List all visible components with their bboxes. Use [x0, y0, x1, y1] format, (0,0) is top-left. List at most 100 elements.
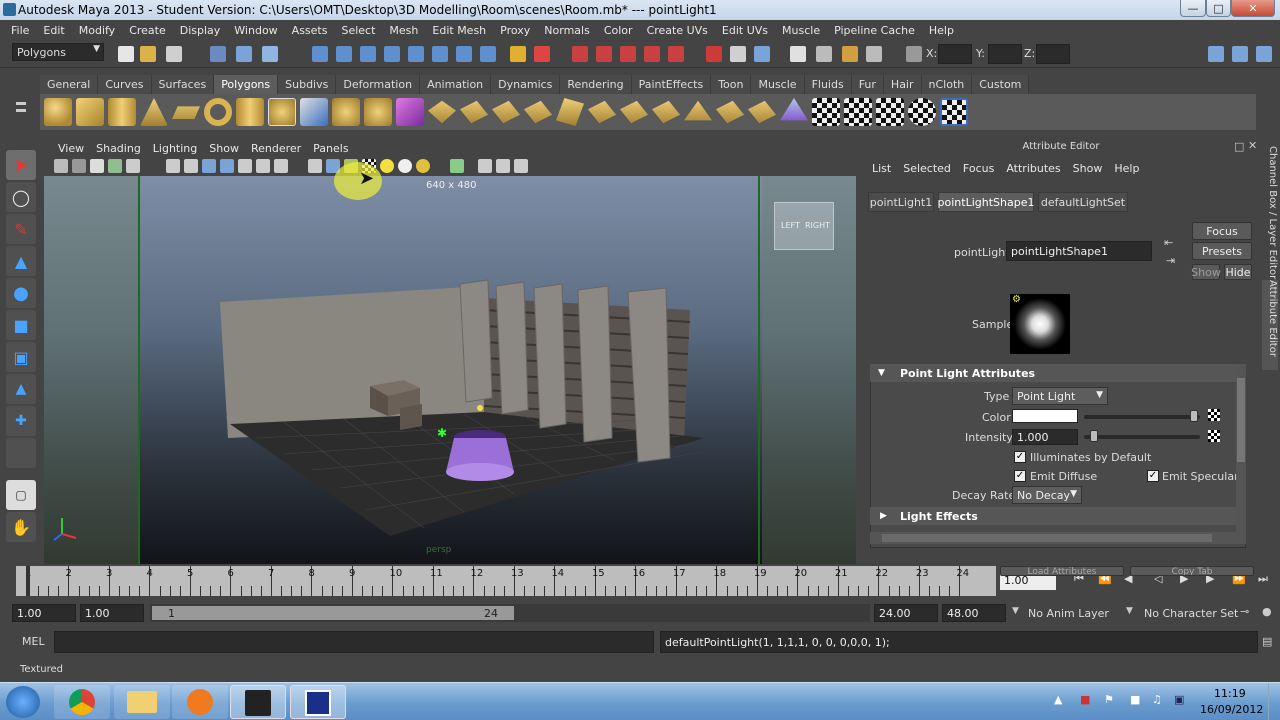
- ae-menu-list[interactable]: List: [866, 162, 897, 175]
- clock-time[interactable]: 11:19: [1214, 687, 1246, 700]
- menu-assets[interactable]: Assets: [285, 24, 335, 37]
- show-desktop-button[interactable]: [1268, 683, 1280, 720]
- menu-pipeline-cache[interactable]: Pipeline Cache: [827, 24, 922, 37]
- menu-muscle[interactable]: Muscle: [775, 24, 827, 37]
- shelf-tab-curves[interactable]: Curves: [98, 75, 152, 94]
- uv-texture-editor-icon[interactable]: [940, 98, 968, 126]
- shelf-handle[interactable]: [14, 98, 28, 128]
- time-ruler[interactable]: 123456789101112131415161718192021222324: [16, 566, 996, 596]
- high-quality-icon[interactable]: [514, 159, 528, 173]
- lock-selection-icon[interactable]: [510, 46, 526, 62]
- select-tool-icon[interactable]: ➤: [6, 150, 36, 180]
- menu-modify[interactable]: Modify: [72, 24, 122, 37]
- ae-menu-help[interactable]: Help: [1108, 162, 1145, 175]
- toggle-attribute-editor-icon[interactable]: [1256, 46, 1272, 62]
- mask-deformations-icon[interactable]: [408, 46, 424, 62]
- toggle-tool-settings-icon[interactable]: [1232, 46, 1248, 62]
- start-button-icon[interactable]: [6, 686, 40, 718]
- volume-icon[interactable]: ♫: [1152, 693, 1162, 706]
- shelf-tab-fluids[interactable]: Fluids: [804, 75, 852, 94]
- menu-color[interactable]: Color: [597, 24, 640, 37]
- ae-menu-selected[interactable]: Selected: [897, 162, 957, 175]
- point-light-attributes-section[interactable]: ▼ Point Light Attributes: [870, 364, 1236, 382]
- y-field[interactable]: [988, 44, 1022, 64]
- snap-view-plane-icon[interactable]: [644, 46, 660, 62]
- range-track[interactable]: 1 24: [150, 604, 870, 622]
- flag-icon[interactable]: ⚑: [1104, 693, 1114, 706]
- perspective-viewport[interactable]: 640 x 480 LEFT RIGHT ✱ persp: [44, 176, 856, 564]
- media-player-taskbar-icon[interactable]: [172, 685, 228, 719]
- float-panel-icon[interactable]: □: [1234, 140, 1244, 153]
- separate-icon[interactable]: [332, 98, 360, 126]
- intensity-slider-handle[interactable]: [1090, 430, 1098, 442]
- menu-normals[interactable]: Normals: [537, 24, 597, 37]
- image-plane-icon[interactable]: [108, 159, 122, 173]
- chevron-down-icon[interactable]: ▼: [1126, 606, 1133, 616]
- type-dropdown[interactable]: Point Light ▼: [1012, 387, 1108, 405]
- poly-cube-icon[interactable]: [76, 98, 104, 126]
- xray-joints-icon[interactable]: [496, 159, 510, 173]
- show-manipulator-icon[interactable]: ✚: [6, 406, 36, 436]
- duplicate-face-icon[interactable]: [684, 100, 712, 121]
- ae-menu-attributes[interactable]: Attributes: [1000, 162, 1066, 175]
- extrude-icon[interactable]: [428, 100, 456, 124]
- menu-proxy[interactable]: Proxy: [493, 24, 537, 37]
- point-light-icon[interactable]: [477, 405, 483, 411]
- color-swatch[interactable]: [1012, 409, 1078, 423]
- highlight-selection-icon[interactable]: [534, 46, 550, 62]
- shadows-icon[interactable]: [398, 159, 412, 173]
- combine-icon[interactable]: [300, 98, 328, 126]
- shelf-tab-hair[interactable]: Hair: [883, 75, 922, 94]
- boolean-icon[interactable]: [396, 98, 424, 126]
- playback-end-field[interactable]: 24.00: [874, 604, 938, 622]
- automatic-mapping-icon[interactable]: [908, 98, 936, 126]
- menu-edit-mesh[interactable]: Edit Mesh: [425, 24, 493, 37]
- xray-icon[interactable]: [478, 159, 492, 173]
- mask-rendering-icon[interactable]: [456, 46, 472, 62]
- emit-specular-checkbox[interactable]: ✓: [1147, 470, 1159, 482]
- shelf-tab-painteffects[interactable]: PaintEffects: [631, 75, 712, 94]
- shelf-tab-deformation[interactable]: Deformation: [336, 75, 421, 94]
- focus-button[interactable]: Focus: [1192, 222, 1252, 240]
- soft-modification-icon[interactable]: ▲: [6, 374, 36, 404]
- vertical-scrollbar[interactable]: [1236, 364, 1246, 532]
- character-set-dropdown[interactable]: No Character Set: [1144, 607, 1238, 620]
- menu-help[interactable]: Help: [922, 24, 961, 37]
- snap-point-icon[interactable]: [620, 46, 636, 62]
- open-scene-icon[interactable]: [140, 46, 156, 62]
- wedge-face-icon[interactable]: [652, 100, 680, 124]
- smooth-icon[interactable]: [364, 98, 392, 126]
- tray-app-icon[interactable]: ▣: [1174, 693, 1184, 706]
- toggle-channel-box-icon[interactable]: [1208, 46, 1224, 62]
- mask-surfaces-icon[interactable]: [384, 46, 400, 62]
- history-icon[interactable]: [706, 46, 722, 62]
- tab-defaultlightset[interactable]: defaultLightSet: [1038, 192, 1128, 212]
- menu-display[interactable]: Display: [173, 24, 228, 37]
- ipr-render-icon[interactable]: [754, 46, 770, 62]
- layout-single-icon[interactable]: ▢: [6, 480, 36, 510]
- poke-face-icon[interactable]: [620, 100, 648, 124]
- rotate-tool-icon[interactable]: ●: [6, 278, 36, 308]
- poly-prism-icon[interactable]: [236, 98, 264, 126]
- hand-icon[interactable]: ✋: [6, 512, 36, 542]
- poly-plane-icon[interactable]: [172, 106, 200, 119]
- input-line-icon[interactable]: [842, 46, 858, 62]
- two-d-pan-icon[interactable]: [126, 159, 140, 173]
- poly-cylinder-icon[interactable]: [108, 98, 136, 126]
- panel-menu-renderer[interactable]: Renderer: [245, 142, 307, 155]
- menu-window[interactable]: Window: [227, 24, 284, 37]
- gate-mask-icon[interactable]: [220, 159, 234, 173]
- menu-edit-uvs[interactable]: Edit UVs: [715, 24, 775, 37]
- sculpt-geometry-icon[interactable]: [780, 98, 808, 121]
- node-name-field[interactable]: pointLightShape1: [1006, 241, 1152, 261]
- bridge-icon[interactable]: [460, 100, 488, 124]
- emit-diffuse-checkbox[interactable]: ✓: [1014, 470, 1026, 482]
- safe-title-icon[interactable]: [274, 159, 288, 173]
- mask-curves-icon[interactable]: [360, 46, 376, 62]
- channel-box-tab[interactable]: Channel Box / Layer Editor: [1262, 146, 1278, 279]
- explorer-taskbar-icon[interactable]: [114, 685, 170, 719]
- z-field[interactable]: [1036, 44, 1070, 64]
- panel-menu-view[interactable]: View: [52, 142, 90, 155]
- camera-attributes-icon[interactable]: [72, 159, 86, 173]
- resolution-gate-icon[interactable]: [202, 159, 216, 173]
